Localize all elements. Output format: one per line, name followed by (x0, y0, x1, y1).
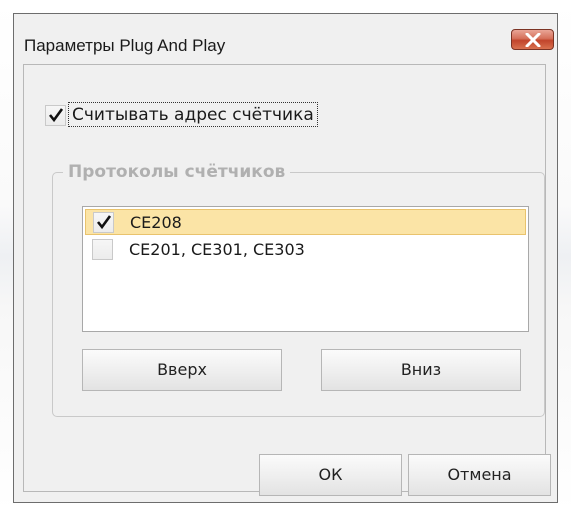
ok-button[interactable]: ОК (259, 454, 402, 496)
ce208-checkbox[interactable] (93, 212, 114, 233)
cancel-button[interactable]: Отмена (408, 454, 551, 496)
read-address-checkbox[interactable] (45, 105, 66, 126)
list-item-ce201-ce301-ce303[interactable]: CE201, CE301, CE303 (85, 237, 526, 263)
checkmark-icon (48, 108, 64, 123)
read-address-label[interactable]: Считывать адрес счётчика (68, 102, 318, 127)
list-item-ce208[interactable]: CE208 (85, 209, 526, 235)
move-up-button[interactable]: Вверх (82, 349, 282, 391)
list-item-label: CE201, CE301, CE303 (129, 240, 305, 259)
dialog-body: Считывать адрес счётчика Протоколы счётч… (23, 64, 551, 496)
title-bar[interactable]: Параметры Plug And Play (14, 14, 557, 62)
protocols-group-title: Протоколы счётчиков (63, 162, 291, 182)
checkmark-icon (96, 215, 112, 230)
ce201-checkbox[interactable] (92, 239, 113, 260)
move-down-button[interactable]: Вниз (321, 349, 521, 391)
close-icon (525, 33, 541, 47)
window-title: Параметры Plug And Play (24, 36, 226, 55)
protocols-list[interactable]: CE208 CE201, CE301, CE303 (82, 206, 529, 332)
close-button[interactable] (511, 29, 554, 50)
dialog-window: Параметры Plug And Play Считывать адрес … (13, 13, 558, 503)
list-item-label: CE208 (130, 213, 182, 232)
